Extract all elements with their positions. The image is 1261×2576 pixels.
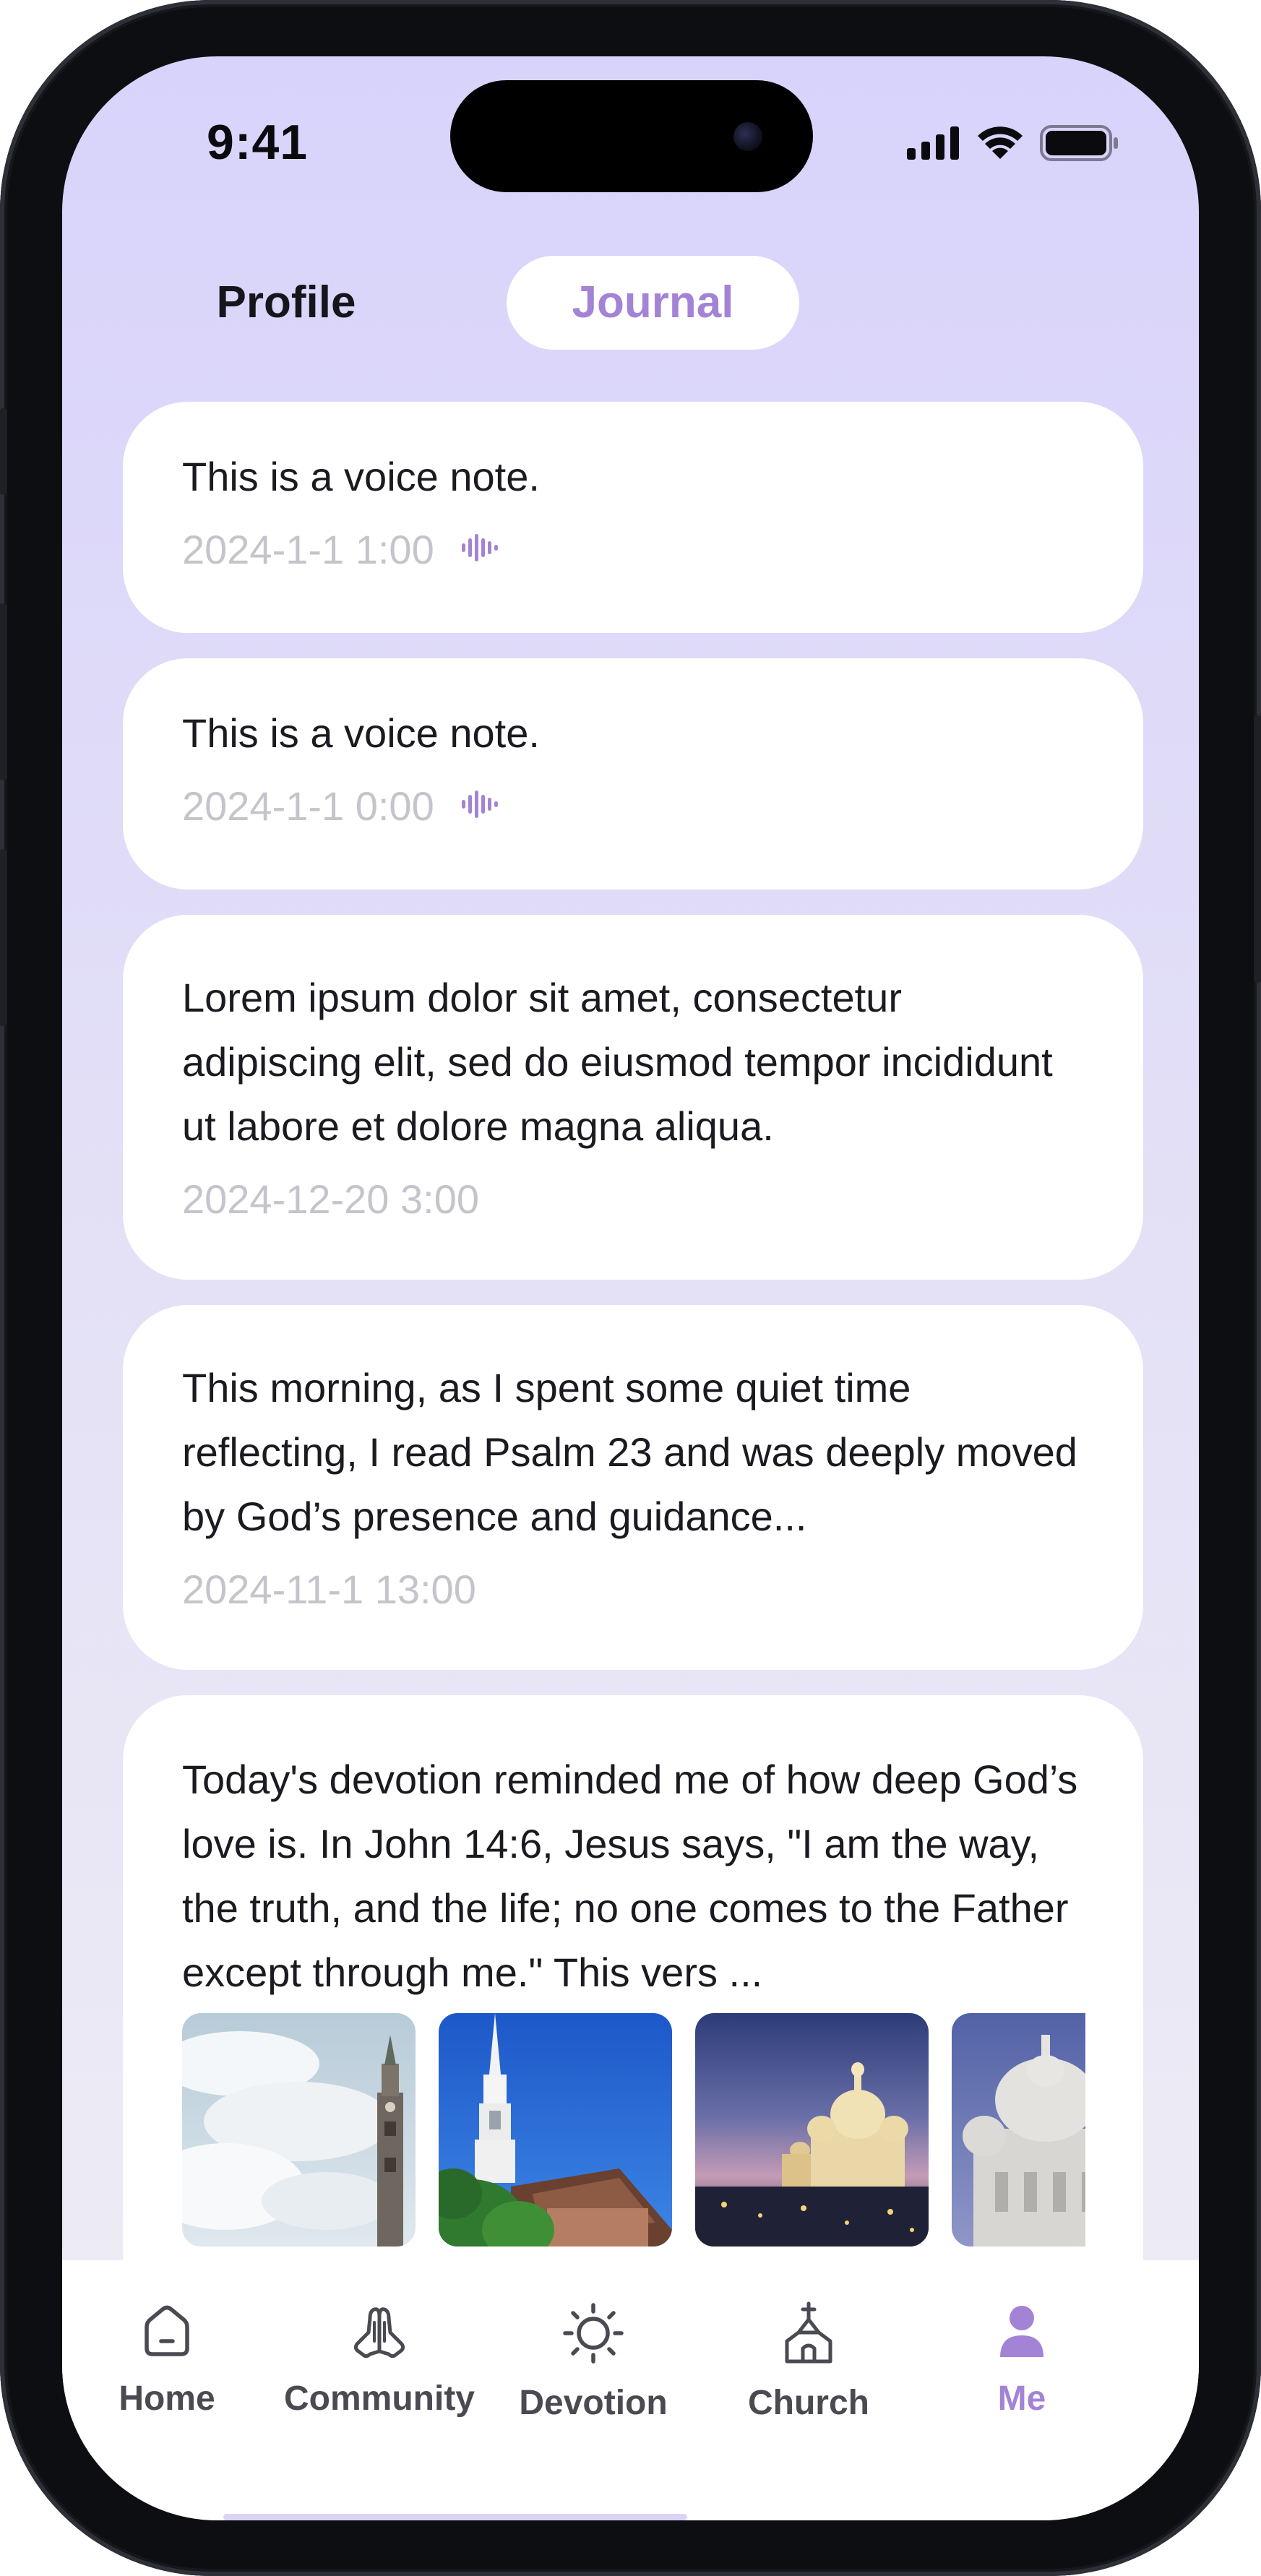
nav-label-church: Church: [748, 2384, 869, 2422]
status-bar: 9:41: [62, 56, 1199, 223]
nav-label-home: Home: [119, 2379, 215, 2418]
home-icon: [62, 2301, 272, 2361]
volume-up-button: [0, 603, 7, 780]
nav-item-devotion[interactable]: Devotion: [489, 2301, 698, 2423]
journal-profile-tabs: Profile Journal: [62, 256, 1199, 350]
volume-down-button: [0, 849, 7, 1026]
status-time: 9:41: [207, 115, 309, 170]
journal-entry-card[interactable]: This is a voice note. 2024-1-1 0:00: [123, 658, 1143, 889]
entry-photo-row[interactable]: [182, 2013, 1085, 2247]
bottom-navigation: Home Community Devotion Church Me: [62, 2260, 1199, 2520]
sun-icon: [489, 2301, 698, 2366]
church-tower-photo[interactable]: [182, 2013, 416, 2247]
entry-meta: 2024-1-1 0:00: [182, 783, 1084, 830]
entry-meta: 2024-1-1 1:00: [182, 526, 1084, 573]
journal-list: This is a voice note. 2024-1-1 1:00 This…: [123, 402, 1143, 2371]
wifi-icon: [976, 126, 1024, 160]
power-button: [1254, 715, 1261, 983]
nav-item-home[interactable]: Home: [62, 2301, 272, 2418]
journal-entry-card[interactable]: This is a voice note. 2024-1-1 1:00: [123, 402, 1143, 633]
nav-item-me[interactable]: Me: [917, 2301, 1127, 2418]
church-icon: [704, 2301, 913, 2366]
entry-date: 2024-1-1 1:00: [182, 527, 434, 572]
home-indicator[interactable]: [223, 2514, 687, 2520]
nav-item-community[interactable]: Community: [275, 2301, 484, 2418]
action-button: [0, 408, 7, 495]
status-icons: [907, 125, 1119, 161]
praying-hands-icon: [275, 2301, 484, 2361]
journal-entry-card[interactable]: Lorem ipsum dolor sit amet, consectetur …: [123, 915, 1143, 1280]
person-icon: [917, 2301, 1127, 2361]
nav-item-church[interactable]: Church: [704, 2301, 913, 2423]
battery-icon: [1040, 125, 1119, 161]
entry-date: 2024-12-20 3:00: [182, 1176, 480, 1222]
tab-journal[interactable]: Journal: [507, 256, 799, 350]
cellular-signal-icon: [907, 126, 960, 160]
entry-meta: 2024-12-20 3:00: [182, 1176, 1084, 1223]
journal-entry-card[interactable]: This morning, as I spent some quiet time…: [123, 1305, 1143, 1670]
nav-label-devotion: Devotion: [519, 2384, 668, 2422]
entry-meta: 2024-11-1 13:00: [182, 1566, 1084, 1613]
tab-profile[interactable]: Profile: [192, 256, 380, 350]
nav-label-community: Community: [284, 2379, 475, 2418]
voice-waveform-icon[interactable]: [461, 531, 499, 568]
voice-waveform-icon[interactable]: [461, 788, 499, 824]
journal-entry-card[interactable]: Today's devotion reminded me of how deep…: [123, 1695, 1143, 2345]
screen: 9:41 Profile Journal This is a voice not…: [62, 56, 1199, 2520]
entry-text: This is a voice note.: [182, 710, 540, 756]
camera-lens-icon: [733, 122, 762, 151]
dynamic-island: [450, 80, 813, 192]
entry-text: This morning, as I spent some quiet time…: [182, 1365, 1077, 1539]
nav-label-me: Me: [997, 2379, 1046, 2418]
basilica-dusk-photo[interactable]: [695, 2013, 929, 2247]
entry-date: 2024-1-1 0:00: [182, 783, 434, 829]
entry-text: Lorem ipsum dolor sit amet, consectetur …: [182, 975, 1053, 1149]
entry-text: Today's devotion reminded me of how deep…: [182, 1757, 1078, 1995]
white-steeple-photo[interactable]: [439, 2013, 672, 2247]
entry-date: 2024-11-1 13:00: [182, 1567, 476, 1612]
basilica-dome-photo[interactable]: [952, 2013, 1085, 2247]
phone-frame: 9:41 Profile Journal This is a voice not…: [0, 0, 1261, 2576]
entry-text: This is a voice note.: [182, 454, 540, 499]
